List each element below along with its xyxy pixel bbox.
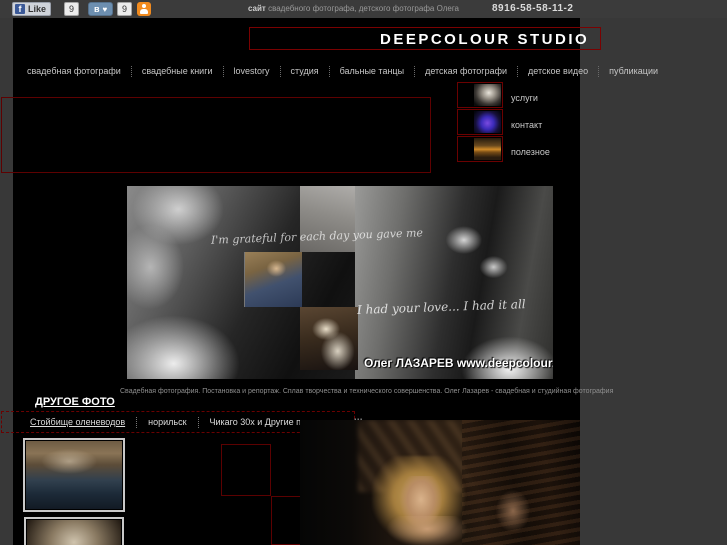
sidebar-thumb-services[interactable] <box>457 82 503 108</box>
facebook-icon: f <box>15 4 25 14</box>
main-nav: свадебная фотографи свадебные книги love… <box>27 63 668 79</box>
site-description: сайт свадебного фотографа, детского фото… <box>248 4 459 13</box>
collage-inset-groom-color[interactable] <box>244 252 302 307</box>
other-photo-heading[interactable]: ДРУГОЕ ФОТО <box>35 396 115 408</box>
facebook-like-button[interactable]: f Like <box>12 2 52 16</box>
vk-share-button[interactable]: в ♥ <box>88 2 114 16</box>
photographer-credit: Олег ЛАЗАРЕВ www.deepcolour.ru <box>364 356 553 370</box>
nav-item-child-photo[interactable]: детская фотографи <box>414 65 517 77</box>
sidebar-item-contact[interactable]: контакт <box>511 120 542 130</box>
odnoklassniki-icon <box>142 4 146 8</box>
nav-item-studio[interactable]: студия <box>279 65 329 77</box>
vk-share-count: 9 <box>117 2 133 16</box>
collage-caption: Свадебная фотография. Постановка и репор… <box>120 388 614 395</box>
link-reindeer-camp[interactable]: Стойбище оленеводов <box>30 417 136 428</box>
vk-icon: в <box>94 4 100 14</box>
link-norilsk[interactable]: норильск <box>136 416 197 428</box>
collage-inset-couple-kiss[interactable] <box>300 307 358 370</box>
sidebar-item-services[interactable]: услуги <box>511 93 538 103</box>
wedding-collage[interactable]: I'm grateful for each day you gave me I … <box>127 186 553 379</box>
useful-thumbnail-image <box>474 138 501 160</box>
nav-item-publications[interactable]: публикации <box>598 65 668 77</box>
nav-item-child-video[interactable]: детское видео <box>517 65 598 77</box>
photo-woman-shoulders <box>386 516 468 545</box>
nav-item-lovestory[interactable]: lovestory <box>222 65 280 77</box>
nav-item-wedding-books[interactable]: свадебные книги <box>130 65 223 77</box>
gallery-thumb-1-image <box>26 441 122 509</box>
contact-thumbnail-image <box>474 111 501 133</box>
photo-blonde-woman-tree[interactable] <box>300 420 580 545</box>
nav-item-wedding-photo[interactable]: свадебная фотографи <box>27 66 131 77</box>
collage-photo-bride-groom-brick <box>355 186 553 379</box>
sidebar-item-useful[interactable]: полезное <box>511 147 550 157</box>
sidebar-thumb-useful[interactable] <box>457 136 503 162</box>
nav-item-ballroom-dance[interactable]: бальные танцы <box>328 65 414 77</box>
header-box: DEEPCOLOUR STUDIO <box>249 27 601 50</box>
gallery-thumb-piano-reflection[interactable] <box>23 438 125 512</box>
site-description-rest: свадебного фотографа, детского фотографа… <box>265 4 460 13</box>
empty-photo-frame-a <box>221 444 271 496</box>
photo-woman-hand <box>496 490 530 532</box>
top-bar: f Like 9 в ♥ 9 сайт свадебного фотографа… <box>0 0 727 18</box>
gallery-thumb-2-image <box>27 520 121 545</box>
heart-icon: ♥ <box>102 4 108 14</box>
facebook-like-count: 9 <box>64 2 80 16</box>
facebook-like-label: Like <box>28 4 47 14</box>
site-description-lead: сайт <box>248 4 266 13</box>
page-title: DEEPCOLOUR STUDIO <box>380 31 590 48</box>
page: f Like 9 в ♥ 9 сайт свадебного фотографа… <box>0 0 727 545</box>
gallery-thumb-couple-closeup[interactable] <box>24 517 124 545</box>
services-thumbnail-image <box>474 84 501 106</box>
phone-number: 8916-58-58-11-2 <box>492 3 574 14</box>
odnoklassniki-button[interactable] <box>137 2 151 16</box>
empty-banner-frame <box>1 97 431 173</box>
sidebar-thumb-contact[interactable] <box>457 109 503 135</box>
